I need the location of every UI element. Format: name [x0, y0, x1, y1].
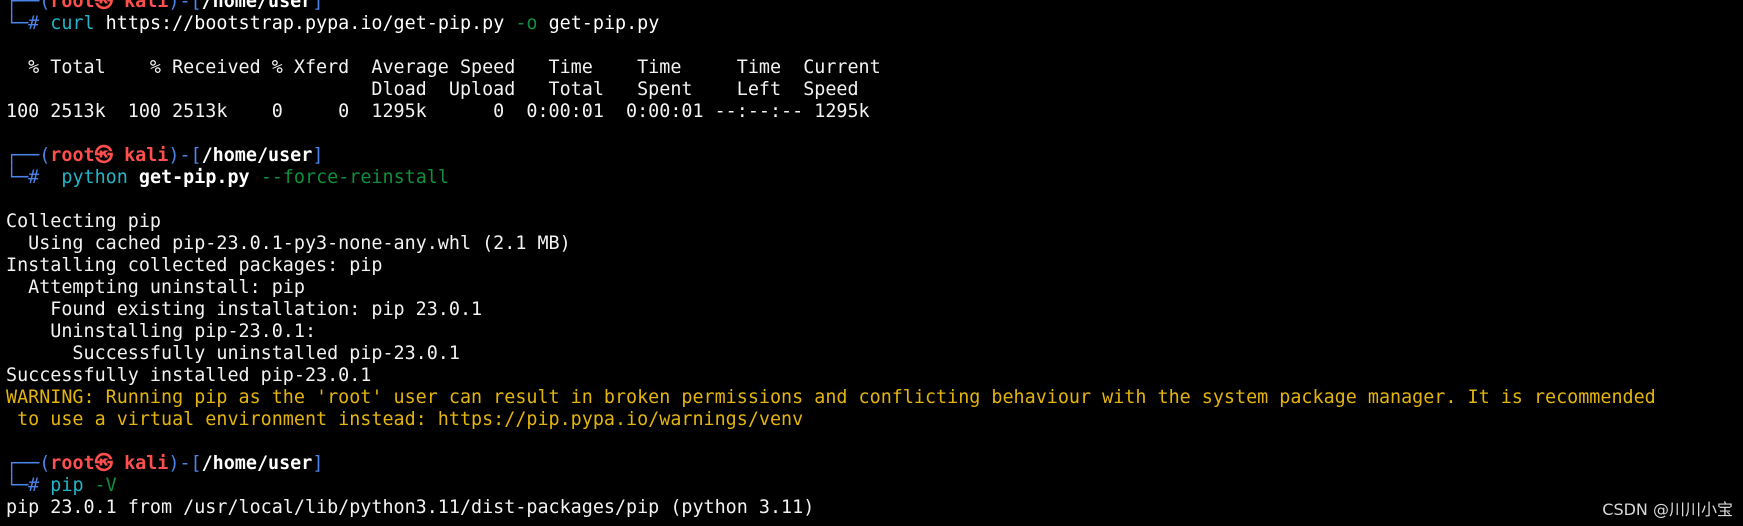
curl-progress-header: % Total % Received % Xferd Average Speed… [6, 57, 881, 78]
output-line: Successfully uninstalled pip-23.0.1 [6, 343, 460, 364]
prompt-line: ┌──(root㉿ kali)-[/home/user] [6, 145, 324, 166]
output-line: Using cached pip-23.0.1-py3-none-any.whl… [6, 233, 571, 254]
curl-progress-row: 100 2513k 100 2513k 0 0 1295k 0 0:00:01 … [6, 101, 870, 122]
output-line: Uninstalling pip-23.0.1: [6, 321, 317, 342]
command-line-curl: └─# curl https://bootstrap.pypa.io/get-p… [6, 13, 660, 34]
output-line: Collecting pip [6, 211, 162, 232]
command-line-python: └─# python get-pip.py --force-reinstall [6, 167, 449, 188]
curl-progress-header: Dload Upload Total Spent Left Speed [6, 79, 859, 100]
output-line: Installing collected packages: pip [6, 255, 383, 276]
watermark: CSDN @川川小宝 [1602, 500, 1733, 519]
warning-line: WARNING: Running pip as the 'root' user … [6, 387, 1656, 408]
prompt-line: ┌──(root㉿ kali)-[/home/user] [6, 0, 324, 12]
command-line-pip: └─# pip -V [6, 475, 117, 496]
output-line: Successfully installed pip-23.0.1 [6, 365, 372, 386]
warning-line: to use a virtual environment instead: ht… [6, 409, 804, 430]
prompt-line: ┌──(root㉿ kali)-[/home/user] [6, 453, 324, 474]
terminal-output: ┌──(root㉿ kali)-[/home/user] └─# curl ht… [6, 0, 1656, 519]
output-line: pip 23.0.1 from /usr/local/lib/python3.1… [6, 497, 815, 518]
output-line: Attempting uninstall: pip [6, 277, 305, 298]
output-line: Found existing installation: pip 23.0.1 [6, 299, 483, 320]
